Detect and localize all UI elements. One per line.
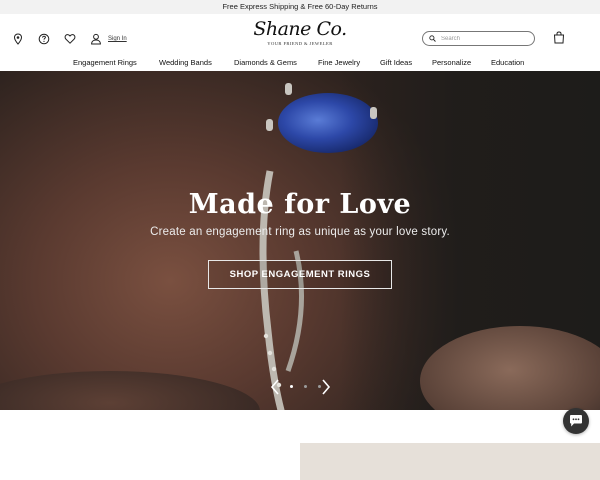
nav-engagement-rings[interactable]: Engagement Rings	[73, 58, 137, 67]
hero-image-sapphire	[278, 93, 378, 153]
chat-bubble-icon	[570, 415, 582, 427]
nav-gift-ideas[interactable]: Gift Ideas	[380, 58, 412, 67]
search-input[interactable]	[441, 35, 531, 42]
promo-text: Free Express Shipping & Free 60-Day Retu…	[222, 2, 378, 11]
nav-fine-jewelry[interactable]: Fine Jewelry	[318, 58, 360, 67]
utility-icons: Sign In	[12, 33, 127, 45]
site-header: Sign In Shane Co. YOUR FRIEND & JEWELER	[0, 14, 600, 58]
shane-co-logo[interactable]: Shane Co. YOUR FRIEND & JEWELER	[250, 18, 350, 46]
carousel-dot-1[interactable]	[289, 385, 293, 388]
hero-image-prong	[370, 107, 377, 119]
location-pin-icon[interactable]	[12, 33, 24, 45]
main-navigation: Engagement Rings Wedding Bands Diamonds …	[0, 58, 600, 71]
chevron-left-icon[interactable]	[270, 379, 280, 395]
carousel-dot-2[interactable]	[303, 385, 307, 388]
sign-in-link[interactable]: Sign In	[108, 36, 127, 42]
shop-engagement-rings-button[interactable]: SHOP ENGAGEMENT RINGS	[208, 260, 392, 289]
hero-image-prong	[266, 119, 273, 131]
carousel-dots	[284, 385, 326, 388]
chevron-right-icon[interactable]	[321, 379, 331, 395]
hero-banner: Made for Love Create an engagement ring …	[0, 71, 600, 410]
nav-personalize[interactable]: Personalize	[432, 58, 471, 67]
nav-wedding-bands[interactable]: Wedding Bands	[159, 58, 212, 67]
promo-panel	[300, 443, 600, 480]
nav-diamonds-gems[interactable]: Diamonds & Gems	[234, 58, 297, 67]
hero-image-finger	[0, 371, 260, 410]
hero-title: Made for Love	[188, 189, 412, 220]
heart-icon[interactable]	[64, 33, 76, 45]
user-icon[interactable]	[90, 33, 102, 45]
hero-subtitle: Create an engagement ring as unique as y…	[150, 226, 450, 238]
logo-tagline: YOUR FRIEND & JEWELER	[267, 41, 333, 46]
search-bar[interactable]	[422, 31, 535, 46]
logo-wordmark: Shane Co.	[253, 18, 347, 40]
help-icon[interactable]	[38, 33, 50, 45]
chat-button[interactable]	[563, 408, 589, 434]
shopping-bag-icon[interactable]	[553, 31, 565, 44]
promo-banner: Free Express Shipping & Free 60-Day Retu…	[0, 0, 600, 14]
search-icon[interactable]	[429, 35, 436, 42]
nav-education[interactable]: Education	[491, 58, 524, 67]
hero-image-prong	[285, 83, 292, 95]
